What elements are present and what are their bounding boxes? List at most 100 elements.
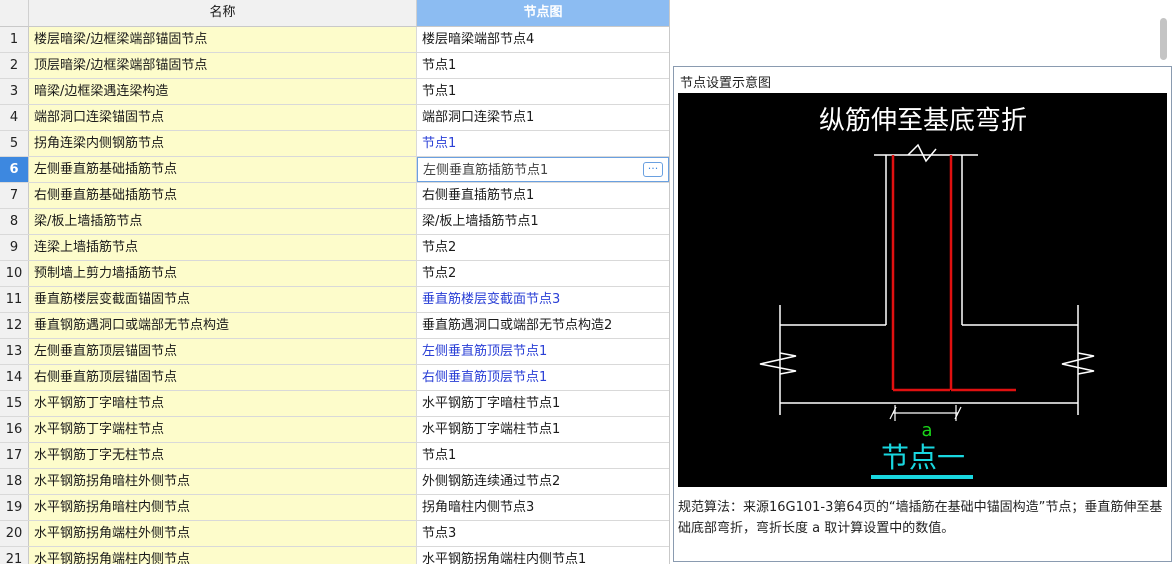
row-name-cell[interactable]: 水平钢筋拐角端柱内侧节点 [29, 547, 417, 564]
row-name-cell[interactable]: 暗梁/边框梁遇连梁构造 [29, 79, 417, 104]
row-number[interactable]: 16 [0, 417, 29, 442]
row-node-cell[interactable]: 节点1 [417, 53, 669, 78]
row-name-cell[interactable]: 楼层暗梁/边框梁端部锚固节点 [29, 27, 417, 52]
table-row[interactable]: 1 楼层暗梁/边框梁端部锚固节点 楼层暗梁端部节点4 [0, 27, 669, 53]
row-name-cell[interactable]: 梁/板上墙插筋节点 [29, 209, 417, 234]
table-row[interactable]: 16 水平钢筋丁字端柱节点 水平钢筋丁字端柱节点1 [0, 417, 669, 443]
row-number[interactable]: 9 [0, 235, 29, 260]
node-diagram-panel: 节点设置示意图 纵筋伸至基底弯折 a 节点一 规范算法：来源16G101-3第6… [673, 66, 1172, 562]
row-name-cell[interactable]: 拐角连梁内侧钢筋节点 [29, 131, 417, 156]
row-node-cell[interactable]: 右侧垂直筋顶层节点1 [417, 365, 669, 390]
row-name-cell[interactable]: 水平钢筋丁字无柱节点 [29, 443, 417, 468]
row-name-cell[interactable]: 水平钢筋拐角暗柱外侧节点 [29, 469, 417, 494]
header-node-diagram[interactable]: 节点图 [417, 0, 669, 26]
table-row[interactable]: 5 拐角连梁内侧钢筋节点 节点1 [0, 131, 669, 157]
table-row[interactable]: 13 左侧垂直筋顶层锚固节点 左侧垂直筋顶层节点1 [0, 339, 669, 365]
table-row[interactable]: 18 水平钢筋拐角暗柱外侧节点 外侧钢筋连续通过节点2 [0, 469, 669, 495]
row-node-cell[interactable]: 外侧钢筋连续通过节点2 [417, 469, 669, 494]
row-number[interactable]: 18 [0, 469, 29, 494]
vertical-scrollbar[interactable] [1157, 4, 1169, 60]
row-node-cell[interactable]: 节点1 [417, 131, 669, 156]
table-row[interactable]: 8 梁/板上墙插筋节点 梁/板上墙插筋节点1 [0, 209, 669, 235]
row-name-cell[interactable]: 水平钢筋丁字端柱节点 [29, 417, 417, 442]
row-number[interactable]: 17 [0, 443, 29, 468]
table-row[interactable]: 15 水平钢筋丁字暗柱节点 水平钢筋丁字暗柱节点1 [0, 391, 669, 417]
row-name-cell[interactable]: 水平钢筋拐角端柱外侧节点 [29, 521, 417, 546]
row-node-cell[interactable]: 节点2 [417, 261, 669, 286]
row-node-cell[interactable]: 垂直筋楼层变截面节点3 [417, 287, 669, 312]
table-row[interactable]: 11 垂直筋楼层变截面锚固节点 垂直筋楼层变截面节点3 [0, 287, 669, 313]
row-name-cell[interactable]: 左侧垂直筋顶层锚固节点 [29, 339, 417, 364]
row-name-cell[interactable]: 垂直筋楼层变截面锚固节点 [29, 287, 417, 312]
table-row[interactable]: 2 顶层暗梁/边框梁端部锚固节点 节点1 [0, 53, 669, 79]
row-number[interactable]: 7 [0, 183, 29, 208]
table-row[interactable]: 21 水平钢筋拐角端柱内侧节点 水平钢筋拐角端柱内侧节点1 [0, 547, 669, 564]
row-node-cell[interactable]: 水平钢筋拐角端柱内侧节点1 [417, 547, 669, 564]
table-row[interactable]: 20 水平钢筋拐角端柱外侧节点 节点3 [0, 521, 669, 547]
row-node-cell[interactable]: 左侧垂直筋顶层节点1 [417, 339, 669, 364]
rule-description: 规范算法：来源16G101-3第64页的“墙插筋在基础中锚固构造”节点；垂直筋伸… [678, 500, 1163, 536]
table-row[interactable]: 10 预制墙上剪力墙插筋节点 节点2 [0, 261, 669, 287]
node-value: 节点1 [422, 448, 457, 463]
row-name-cell[interactable]: 左侧垂直筋基础插筋节点 [29, 157, 417, 182]
row-number[interactable]: 6 [0, 157, 29, 182]
row-node-cell[interactable]: 垂直筋遇洞口或端部无节点构造2 [417, 313, 669, 338]
row-name-cell[interactable]: 端部洞口连梁锚固节点 [29, 105, 417, 130]
row-name-cell[interactable]: 顶层暗梁/边框梁端部锚固节点 [29, 53, 417, 78]
diagram-heading: 纵筋伸至基底弯折 [819, 106, 1027, 136]
row-node-cell[interactable]: 左侧垂直筋插筋节点1 ··· [417, 157, 669, 182]
table-row[interactable]: 4 端部洞口连梁锚固节点 端部洞口连梁节点1 [0, 105, 669, 131]
row-number[interactable]: 8 [0, 209, 29, 234]
row-number[interactable]: 11 [0, 287, 29, 312]
row-number[interactable]: 15 [0, 391, 29, 416]
row-number[interactable]: 2 [0, 53, 29, 78]
table-row[interactable]: 9 连梁上墙插筋节点 节点2 [0, 235, 669, 261]
table-row[interactable]: 19 水平钢筋拐角暗柱内侧节点 拐角暗柱内侧节点3 [0, 495, 669, 521]
row-node-cell[interactable]: 水平钢筋丁字暗柱节点1 [417, 391, 669, 416]
table-row[interactable]: 17 水平钢筋丁字无柱节点 节点1 [0, 443, 669, 469]
row-number[interactable]: 3 [0, 79, 29, 104]
row-number[interactable]: 4 [0, 105, 29, 130]
row-name-cell[interactable]: 预制墙上剪力墙插筋节点 [29, 261, 417, 286]
row-number[interactable]: 12 [0, 313, 29, 338]
row-name-cell[interactable]: 右侧垂直筋顶层锚固节点 [29, 365, 417, 390]
row-name-cell[interactable]: 连梁上墙插筋节点 [29, 235, 417, 260]
node-picker-button[interactable]: ··· [643, 162, 663, 177]
row-number[interactable]: 10 [0, 261, 29, 286]
row-number[interactable]: 21 [0, 547, 29, 564]
row-name-cell[interactable]: 垂直钢筋遇洞口或端部无节点构造 [29, 313, 417, 338]
row-node-cell[interactable]: 节点3 [417, 521, 669, 546]
row-node-cell[interactable]: 水平钢筋丁字端柱节点1 [417, 417, 669, 442]
row-node-cell[interactable]: 梁/板上墙插筋节点1 [417, 209, 669, 234]
table-row[interactable]: 6 左侧垂直筋基础插筋节点 左侧垂直筋插筋节点1 ··· [0, 157, 669, 183]
row-node-cell[interactable]: 端部洞口连梁节点1 [417, 105, 669, 130]
table-row[interactable]: 14 右侧垂直筋顶层锚固节点 右侧垂直筋顶层节点1 [0, 365, 669, 391]
row-node-cell[interactable]: 右侧垂直插筋节点1 [417, 183, 669, 208]
row-node-cell[interactable]: 楼层暗梁端部节点4 [417, 27, 669, 52]
row-number[interactable]: 13 [0, 339, 29, 364]
node-value: 左侧垂直筋插筋节点1 [423, 163, 549, 178]
table-row[interactable]: 7 右侧垂直筋基础插筋节点 右侧垂直插筋节点1 [0, 183, 669, 209]
row-name-cell[interactable]: 水平钢筋拐角暗柱内侧节点 [29, 495, 417, 520]
scrollbar-thumb[interactable] [1160, 18, 1167, 60]
node-value: 水平钢筋丁字端柱节点1 [422, 422, 561, 437]
table-row[interactable]: 3 暗梁/边框梁遇连梁构造 节点1 [0, 79, 669, 105]
row-number[interactable]: 19 [0, 495, 29, 520]
row-node-cell[interactable]: 拐角暗柱内侧节点3 [417, 495, 669, 520]
row-number[interactable]: 20 [0, 521, 29, 546]
node-value: 拐角暗柱内侧节点3 [422, 500, 535, 515]
dimension-line [889, 405, 962, 421]
header-name[interactable]: 名称 [29, 0, 417, 26]
row-number[interactable]: 1 [0, 27, 29, 52]
row-name-cell[interactable]: 右侧垂直筋基础插筋节点 [29, 183, 417, 208]
row-number[interactable]: 14 [0, 365, 29, 390]
row-node-cell[interactable]: 节点1 [417, 79, 669, 104]
table-row[interactable]: 12 垂直钢筋遇洞口或端部无节点构造 垂直筋遇洞口或端部无节点构造2 [0, 313, 669, 339]
row-node-cell[interactable]: 节点2 [417, 235, 669, 260]
row-name-cell[interactable]: 水平钢筋丁字暗柱节点 [29, 391, 417, 416]
node-value: 右侧垂直筋顶层节点1 [422, 370, 548, 385]
row-node-cell[interactable]: 节点1 [417, 443, 669, 468]
node-value: 左侧垂直筋顶层节点1 [422, 344, 548, 359]
row-number[interactable]: 5 [0, 131, 29, 156]
node-value: 水平钢筋丁字暗柱节点1 [422, 396, 561, 411]
